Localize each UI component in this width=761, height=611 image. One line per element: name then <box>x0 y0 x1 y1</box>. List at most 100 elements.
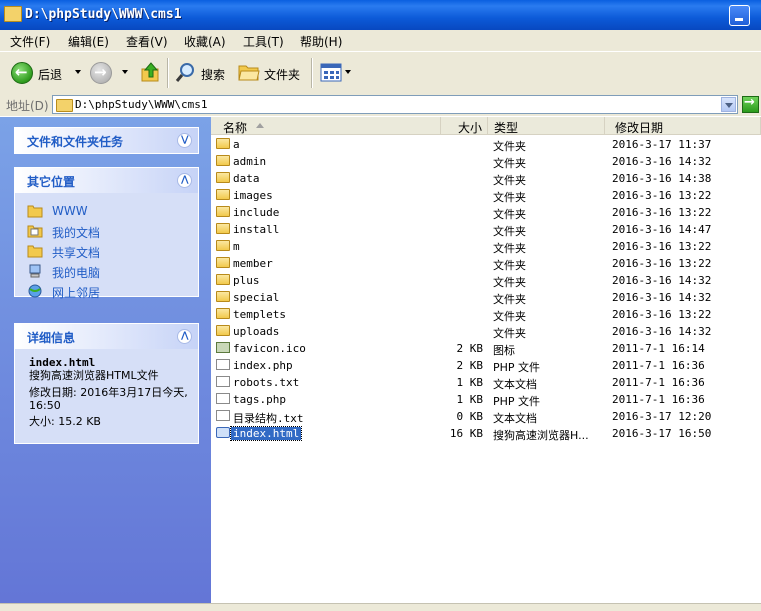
back-arrow-icon[interactable] <box>11 62 33 84</box>
file-name: tags.php <box>233 393 286 406</box>
file-type: 文本文档 <box>493 412 537 425</box>
search-icon[interactable] <box>175 61 197 83</box>
place-label[interactable]: 网上邻居 <box>52 284 100 301</box>
column-header-name[interactable]: 名称 <box>211 117 441 135</box>
place-label[interactable]: 共享文档 <box>52 244 100 261</box>
file-row[interactable]: a 文件夹 2016-3-17 11:37 <box>211 136 761 153</box>
file-date: 2016-3-17 16:50 <box>612 427 712 440</box>
panel-header[interactable]: 文件和文件夹任务 ⋁ <box>15 128 198 153</box>
file-icon <box>216 376 230 387</box>
file-row[interactable]: plus 文件夹 2016-3-16 14:32 <box>211 272 761 289</box>
file-row[interactable]: tags.php 1 KB PHP 文件 2011-7-1 16:36 <box>211 391 761 408</box>
file-name: 目录结构.txt <box>233 412 304 425</box>
panel-header[interactable]: 其它位置 ⋀ <box>15 168 198 193</box>
menu-favorites[interactable]: 收藏(A) <box>184 33 226 50</box>
file-row[interactable]: index.php 2 KB PHP 文件 2011-7-1 16:36 <box>211 357 761 374</box>
my-documents-icon <box>27 225 43 238</box>
menu-help[interactable]: 帮助(H) <box>300 33 342 50</box>
file-size: 1 KB <box>456 376 484 389</box>
address-value[interactable]: D:\phpStudy\WWW\cms1 <box>75 98 207 111</box>
column-type-label[interactable]: 类型 <box>494 119 518 136</box>
folder-icon <box>216 257 230 268</box>
file-row[interactable]: include 文件夹 2016-3-16 13:22 <box>211 204 761 221</box>
go-button[interactable] <box>742 95 759 113</box>
computer-icon <box>29 264 41 278</box>
folders-button[interactable]: 文件夹 <box>264 66 300 83</box>
file-type: 文件夹 <box>493 293 526 306</box>
file-type: 文件夹 <box>493 242 526 255</box>
file-row[interactable]: data 文件夹 2016-3-16 14:38 <box>211 170 761 187</box>
chevron-down-icon[interactable]: ⋁ <box>177 133 192 148</box>
file-row[interactable]: images 文件夹 2016-3-16 13:22 <box>211 187 761 204</box>
file-row[interactable]: member 文件夹 2016-3-16 13:22 <box>211 255 761 272</box>
forward-arrow-icon[interactable] <box>90 62 112 84</box>
details-size: 大小: 15.2 KB <box>29 415 101 428</box>
file-row[interactable]: templets 文件夹 2016-3-16 13:22 <box>211 306 761 323</box>
html-file-icon <box>216 427 230 438</box>
back-button[interactable]: 后退 <box>38 66 62 83</box>
views-dropdown-icon[interactable] <box>345 70 351 74</box>
file-row[interactable]: index.html 16 KB 搜狗高速浏览器H... 2016-3-17 16:5… <box>211 425 761 442</box>
file-row[interactable]: uploads 文件夹 2016-3-16 14:32 <box>211 323 761 340</box>
file-type: 文件夹 <box>493 208 526 221</box>
column-header-size[interactable]: 大小 <box>441 117 488 135</box>
file-size: 2 KB <box>456 359 484 372</box>
folder-icon <box>216 155 230 166</box>
minimize-button[interactable] <box>729 5 750 26</box>
column-header-modified[interactable]: 修改日期 <box>605 117 761 135</box>
panel-title[interactable]: 详细信息 <box>27 329 75 346</box>
file-row[interactable]: special 文件夹 2016-3-16 14:32 <box>211 289 761 306</box>
file-row[interactable]: 目录结构.txt 0 KB 文本文档 2016-3-17 12:20 <box>211 408 761 425</box>
column-name-label[interactable]: 名称 <box>223 119 247 136</box>
toolbar-separator <box>311 58 313 88</box>
place-label[interactable]: WWW <box>52 204 88 218</box>
folder-icon <box>4 6 22 22</box>
file-type: 文件夹 <box>493 174 526 187</box>
menu-bar: 文件(F) 编辑(E) 查看(V) 收藏(A) 工具(T) 帮助(H) <box>0 30 761 52</box>
file-type: 文件夹 <box>493 157 526 170</box>
panel-header[interactable]: 详细信息 ⋀ <box>15 324 198 349</box>
file-icon <box>216 359 230 370</box>
address-dropdown-icon[interactable] <box>721 97 736 112</box>
column-modified-label[interactable]: 修改日期 <box>615 119 663 136</box>
folders-icon[interactable] <box>238 62 260 82</box>
column-size-label[interactable]: 大小 <box>458 119 482 136</box>
search-button[interactable]: 搜索 <box>201 66 225 83</box>
details-panel: 详细信息 ⋀ index.html 搜狗高速浏览器HTML文件 修改日期: 20… <box>14 323 199 444</box>
panel-title[interactable]: 文件和文件夹任务 <box>27 133 123 150</box>
file-row[interactable]: favicon.ico 2 KB 图标 2011-7-1 16:14 <box>211 340 761 357</box>
file-type: PHP 文件 <box>493 395 541 408</box>
forward-dropdown-icon[interactable] <box>122 70 128 74</box>
file-type: 图标 <box>493 344 515 357</box>
panel-title[interactable]: 其它位置 <box>27 173 75 190</box>
folder-icon <box>216 291 230 302</box>
back-dropdown-icon[interactable] <box>75 70 81 74</box>
title-bar[interactable]: D:\phpStudy\WWW\cms1 <box>0 0 761 30</box>
file-row[interactable]: m 文件夹 2016-3-16 13:22 <box>211 238 761 255</box>
chevron-up-icon[interactable]: ⋀ <box>177 329 192 344</box>
sort-ascending-icon <box>256 123 264 128</box>
file-date: 2011-7-1 16:36 <box>612 376 705 389</box>
file-name: include <box>233 206 280 219</box>
views-icon[interactable] <box>320 63 342 82</box>
place-label[interactable]: 我的电脑 <box>52 264 100 281</box>
file-row[interactable]: robots.txt 1 KB 文本文档 2011-7-1 16:36 <box>211 374 761 391</box>
file-type: PHP 文件 <box>493 361 541 374</box>
other-places-panel: 其它位置 ⋀ WWW 我的文档 共享文档 我的电脑 网上邻居 <box>14 167 199 300</box>
column-header-type[interactable]: 类型 <box>488 117 605 135</box>
chevron-up-icon[interactable]: ⋀ <box>177 173 192 188</box>
menu-edit[interactable]: 编辑(E) <box>68 33 109 50</box>
menu-view[interactable]: 查看(V) <box>126 33 168 50</box>
menu-tools[interactable]: 工具(T) <box>243 33 284 50</box>
file-row[interactable]: admin 文件夹 2016-3-16 14:32 <box>211 153 761 170</box>
file-name: robots.txt <box>233 376 300 389</box>
file-date: 2016-3-16 14:38 <box>612 172 712 185</box>
up-folder-icon[interactable] <box>140 61 162 83</box>
file-date: 2016-3-16 13:22 <box>612 206 712 219</box>
file-name: favicon.ico <box>233 342 306 355</box>
file-row[interactable]: install 文件夹 2016-3-16 14:47 <box>211 221 761 238</box>
network-icon <box>28 284 42 298</box>
place-label[interactable]: 我的文档 <box>52 224 100 241</box>
address-input[interactable]: D:\phpStudy\WWW\cms1 <box>52 95 738 114</box>
menu-file[interactable]: 文件(F) <box>10 33 50 50</box>
